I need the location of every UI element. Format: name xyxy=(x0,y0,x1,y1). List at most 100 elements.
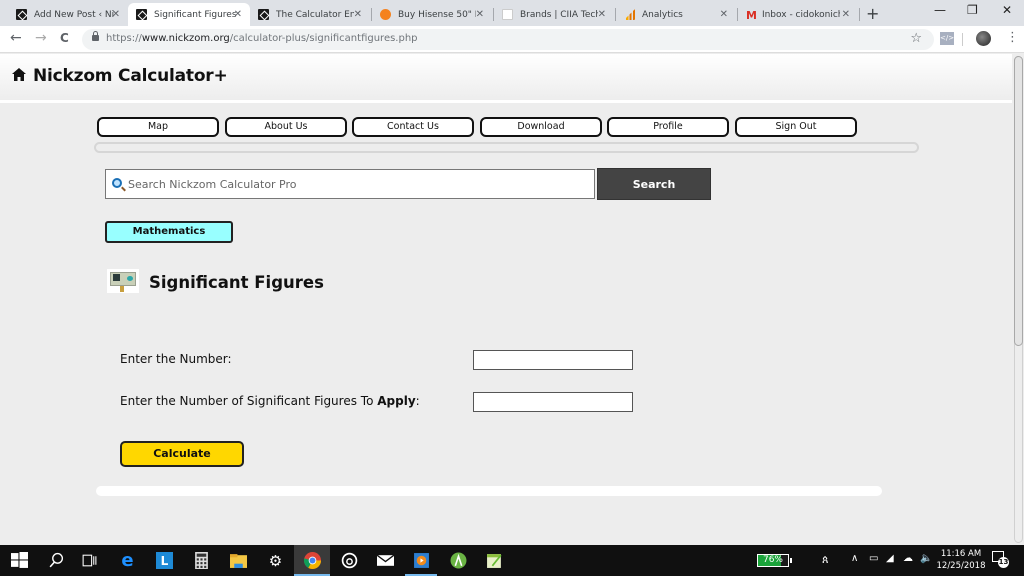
tab-close-icon[interactable]: ✕ xyxy=(354,9,362,20)
result-area xyxy=(96,486,882,496)
people-icon[interactable]: ጰ xyxy=(822,553,829,567)
sig-figs-label-bold: Apply xyxy=(377,394,416,408)
notepad-icon[interactable] xyxy=(486,552,503,569)
search-button[interactable]: Search xyxy=(597,168,711,200)
task-view-icon[interactable] xyxy=(81,552,98,569)
maximize-button[interactable]: ❐ xyxy=(967,3,978,17)
icon-dial xyxy=(127,276,133,281)
tab-close-icon[interactable]: ✕ xyxy=(720,9,728,20)
tab-close-icon[interactable]: ✕ xyxy=(112,9,120,20)
number-label-text: Enter the Number: xyxy=(120,352,232,366)
l-app-icon[interactable]: L xyxy=(156,552,173,569)
tab-separator xyxy=(859,8,860,21)
wifi-icon[interactable]: ◢ xyxy=(886,553,894,564)
tab-buy-hisense[interactable]: Buy Hisense 50" LE ✕ xyxy=(372,3,492,26)
groove-music-icon[interactable] xyxy=(341,552,358,569)
settings-icon[interactable]: ⚙ xyxy=(267,552,284,570)
page-scrollbar[interactable] xyxy=(1012,54,1024,545)
hisense-favicon-icon xyxy=(380,9,391,20)
icon-screen xyxy=(113,274,120,281)
show-hidden-icons-chevron-up-icon[interactable]: ∧ xyxy=(851,553,858,564)
system-clock[interactable]: 11:16 AM 12/25/2018 xyxy=(936,548,986,572)
ciia-favicon-icon xyxy=(502,9,513,20)
home-icon[interactable] xyxy=(12,68,26,81)
tab-significant-figures[interactable]: Significant Figures ✕ xyxy=(128,3,250,26)
tab-title: Inbox - cidokonich xyxy=(761,9,840,20)
scrollbar-thumb[interactable] xyxy=(1014,56,1023,346)
edge-icon[interactable]: e xyxy=(119,550,136,571)
toolbar-separator xyxy=(962,33,963,46)
site-title[interactable]: Nickzom Calculator+ xyxy=(33,66,228,86)
profile-avatar[interactable] xyxy=(976,31,991,46)
battery-indicator[interactable]: 76% xyxy=(757,554,792,567)
nav-profile[interactable]: Profile xyxy=(607,117,729,137)
browser-toolbar: ← → C https://www.nickzom.org/calculator… xyxy=(0,26,1024,53)
site-header: Nickzom Calculator+ xyxy=(0,54,1012,103)
nav-download[interactable]: Download xyxy=(480,117,602,137)
browser-tab-strip: Add New Post ‹ Ni ✕ Significant Figures … xyxy=(0,0,1024,26)
tab-title: Analytics xyxy=(642,9,683,20)
battery-percent: 76% xyxy=(762,555,783,565)
mail-icon[interactable] xyxy=(377,552,394,569)
windows-taskbar: e L ⚙ 76% ጰ ∧ ▭ ◢ ☁ 🔈 11:16 AM 12/25/201… xyxy=(0,545,1024,576)
tab-title: Significant Figures xyxy=(154,9,237,20)
start-icon[interactable] xyxy=(11,552,28,569)
tab-close-icon[interactable]: ✕ xyxy=(234,9,242,20)
nav-sign-out[interactable]: Sign Out xyxy=(735,117,857,137)
nav-about-us[interactable]: About Us xyxy=(225,117,347,137)
reload-button[interactable]: C xyxy=(60,31,69,45)
tab-analytics[interactable]: Analytics ✕ xyxy=(616,3,736,26)
action-center-icon[interactable]: 13 xyxy=(992,551,1009,568)
nickzom-favicon-icon xyxy=(136,9,147,20)
clock-time: 11:16 AM xyxy=(940,549,982,559)
android-studio-icon[interactable] xyxy=(450,552,467,569)
forward-button[interactable]: → xyxy=(35,30,47,46)
tab-gmail-inbox[interactable]: M Inbox - cidokonich ✕ xyxy=(738,3,858,26)
tab-ciia-brands[interactable]: Brands | CIIA Techr ✕ xyxy=(494,3,614,26)
extension-code-icon[interactable]: </> xyxy=(940,32,954,45)
notification-count: 13 xyxy=(998,557,1009,568)
tab-title: Add New Post ‹ Ni xyxy=(34,9,114,20)
number-label: Enter the Number: xyxy=(120,352,232,366)
close-window-button[interactable]: ✕ xyxy=(1002,3,1012,17)
tab-calculator-encyclopedia[interactable]: The Calculator Enc ✕ xyxy=(250,3,370,26)
chrome-icon[interactable] xyxy=(304,552,321,569)
sig-figs-label-suffix: : xyxy=(415,394,420,408)
new-tab-button[interactable]: + xyxy=(866,4,879,23)
search-box xyxy=(105,169,595,199)
back-button[interactable]: ← xyxy=(10,30,22,46)
browser-menu-icon[interactable]: ⋮ xyxy=(1006,30,1019,45)
page-viewport: Nickzom Calculator+ Map About Us Contact… xyxy=(0,54,1012,545)
file-explorer-icon[interactable] xyxy=(230,552,247,569)
minimize-button[interactable]: — xyxy=(934,3,946,17)
page-title: Significant Figures xyxy=(149,273,324,292)
search-input[interactable] xyxy=(128,170,588,198)
url-text[interactable]: https://www.nickzom.org/calculator-plus/… xyxy=(106,33,418,44)
search-icon[interactable] xyxy=(48,552,65,569)
address-bar[interactable]: https://www.nickzom.org/calculator-plus/… xyxy=(82,29,934,50)
calculate-button[interactable]: Calculate xyxy=(120,441,244,467)
clock-date: 12/25/2018 xyxy=(936,561,986,571)
lock-icon xyxy=(92,31,99,41)
nickzom-favicon-icon xyxy=(16,9,27,20)
nickzom-favicon-icon xyxy=(258,9,269,20)
url-scheme: https:// xyxy=(106,33,142,44)
tab-title: Buy Hisense 50" LE xyxy=(398,9,476,20)
onedrive-icon[interactable]: ☁ xyxy=(903,553,913,564)
sig-figs-input[interactable] xyxy=(473,392,633,412)
volume-icon[interactable]: 🔈 xyxy=(920,553,932,564)
nav-contact-us[interactable]: Contact Us xyxy=(352,117,474,137)
category-mathematics-button[interactable]: Mathematics xyxy=(105,221,233,243)
tab-title: The Calculator Enc xyxy=(276,9,354,20)
battery-tray-icon[interactable]: ▭ xyxy=(869,553,878,564)
sig-figs-label: Enter the Number of Significant Figures … xyxy=(120,394,420,408)
tab-close-icon[interactable]: ✕ xyxy=(476,9,484,20)
number-input[interactable] xyxy=(473,350,633,370)
tab-add-new-post[interactable]: Add New Post ‹ Ni ✕ xyxy=(8,3,128,26)
calculator-icon[interactable] xyxy=(193,552,210,569)
bookmark-star-icon[interactable]: ☆ xyxy=(910,31,922,46)
tab-close-icon[interactable]: ✕ xyxy=(598,9,606,20)
nav-map[interactable]: Map xyxy=(97,117,219,137)
tab-close-icon[interactable]: ✕ xyxy=(842,9,850,20)
media-player-icon[interactable] xyxy=(413,552,430,569)
